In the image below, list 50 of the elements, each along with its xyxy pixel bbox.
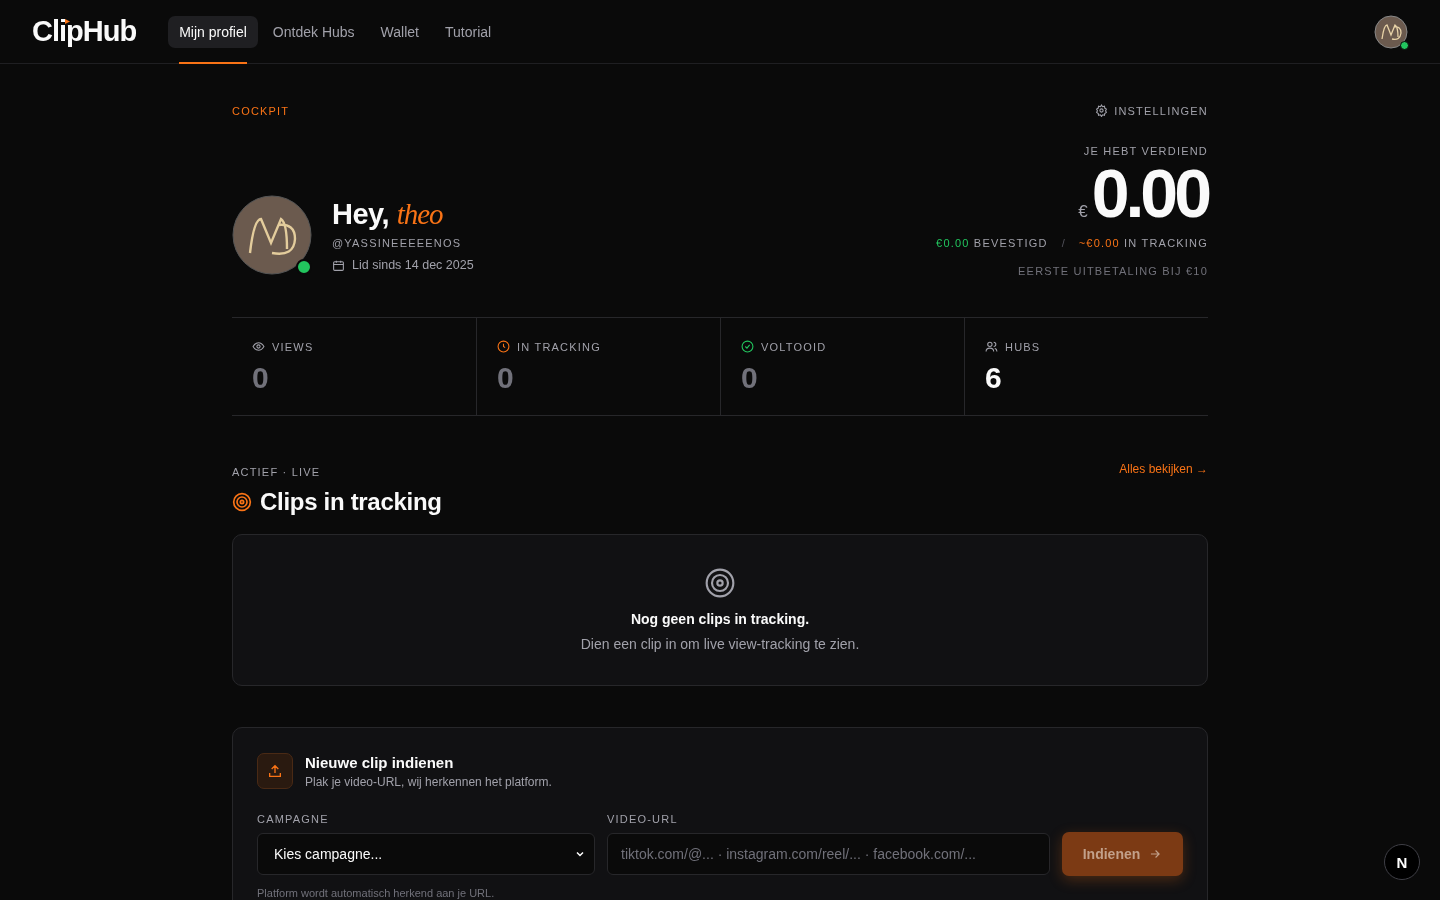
stat-value: 0 (497, 361, 515, 395)
view-all-link[interactable]: Alles bekijken → (1119, 462, 1208, 476)
nav-tab[interactable]: Mijn profiel (168, 15, 258, 48)
avatar[interactable] (1374, 14, 1408, 49)
stat-value: 6 (985, 361, 1003, 395)
eye-icon (252, 340, 265, 353)
payout-note: EERSTE UITBETALING BIJ €10 (1018, 265, 1208, 277)
stat-value: 0 (252, 361, 270, 395)
card-subtitle: Plak je video-URL, wij herkennen het platform. (305, 774, 552, 789)
confirmed-amount: €0.00 BEVESTIGD (936, 237, 1048, 249)
nav-tab[interactable]: Tutorial (433, 15, 503, 48)
member-since: Lid sinds 14 dec 2025 (352, 258, 474, 272)
section-label: COCKPIT (232, 104, 290, 117)
target-icon (704, 567, 736, 599)
nav-tab[interactable]: Wallet (369, 15, 430, 48)
section-title: Clips in tracking (260, 488, 442, 516)
active-tab-indicator (179, 61, 247, 64)
card-title: Nieuwe clip indienen (305, 753, 455, 771)
earnings-label: JE HEBT VERDIEND (1083, 145, 1208, 157)
field-label: CAMPAGNE (257, 813, 330, 825)
field-label: VIDEO-URL (607, 813, 679, 825)
video-url-field[interactable]: tiktok.com/@... · instagram.com/reel/... · facebook.com/... (607, 833, 1050, 875)
logo[interactable]: ClipHub (32, 15, 137, 48)
clock-icon (497, 340, 510, 353)
empty-text: Dien een clip in om live view-tracking te zien. (580, 636, 860, 652)
empty-title: Nog geen clips in tracking. (630, 611, 810, 627)
stat-label: VIEWS (272, 340, 314, 353)
field-hint: Platform wordt automatisch herkend aan je URL. (257, 887, 496, 899)
gear-icon (1095, 104, 1109, 117)
dev-tools-button[interactable]: N (1384, 844, 1420, 880)
submit-button[interactable]: Indienen (1062, 832, 1183, 876)
stat-value: 0 (741, 361, 759, 395)
users-icon (985, 340, 998, 353)
section-label: ACTIEF · LIVE (232, 466, 321, 478)
check-circle-icon (741, 340, 754, 353)
stat-label: IN TRACKING (517, 340, 601, 353)
nav-tab[interactable]: Ontdek Hubs (261, 15, 366, 48)
stat-label: HUBS (1005, 340, 1041, 353)
campaign-select[interactable]: Kies campagne... (257, 833, 595, 875)
target-icon (232, 492, 252, 512)
upload-icon (257, 753, 293, 789)
separator: / (1061, 237, 1065, 249)
currency-sign: € (1078, 202, 1088, 222)
stat-label: VOLTOOID (761, 340, 827, 353)
calendar-icon (332, 258, 345, 272)
tracking-amount: ~€0.00 IN TRACKING (1078, 237, 1208, 249)
greeting: Hey, theo (332, 198, 444, 231)
username: @YASSINEEEEENOS (332, 237, 463, 249)
settings-link[interactable]: INSTELLINGEN (1095, 104, 1208, 117)
earnings-amount: 0.00 (1091, 159, 1208, 227)
